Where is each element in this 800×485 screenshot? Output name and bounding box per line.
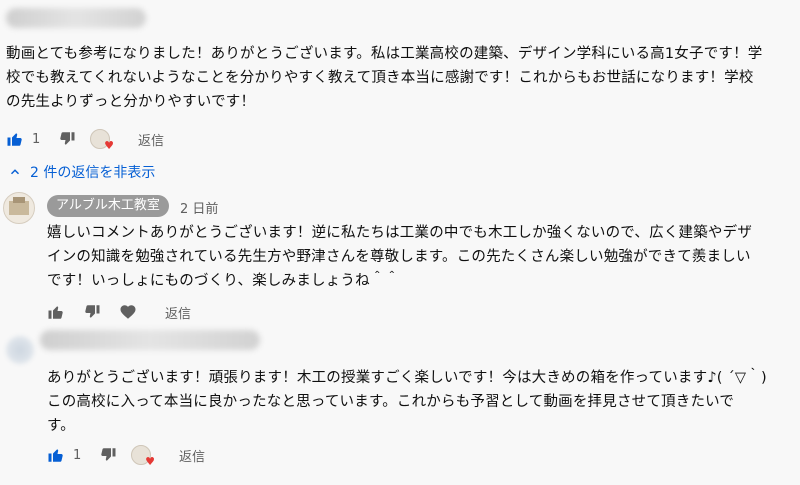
thumbs-down-icon[interactable]: [56, 128, 78, 150]
thumbs-up-icon[interactable]: [4, 128, 26, 150]
heart-icon: ♥: [104, 139, 114, 152]
author-name-blurred: [6, 8, 146, 28]
hide-replies-label: 2 件の返信を非表示: [30, 165, 156, 181]
heart-icon[interactable]: [117, 301, 139, 323]
reply-text: ありがとうございます！頑張ります！木工の授業すごく楽しいです！今は大きめの箱を作…: [47, 370, 767, 434]
reply-action-bar: 返信: [45, 300, 191, 324]
reply-text: 嬉しいコメントありがとうございます！逆に私たちは工業の中でも木工しか強くないので…: [47, 225, 753, 289]
channel-avatar[interactable]: [3, 192, 35, 224]
thumbs-down-icon[interactable]: [81, 301, 103, 323]
reply-button[interactable]: 返信: [179, 446, 205, 465]
chevron-up-icon: [10, 169, 20, 175]
comment-text: 動画とても参考になりました！ありがとうございます。私は工業高校の建築、デザイン学…: [6, 46, 763, 110]
thumbs-down-icon[interactable]: [97, 444, 119, 466]
thumbs-up-icon[interactable]: [45, 444, 67, 466]
channel-author-badge[interactable]: アルブル木工教室: [47, 195, 169, 217]
reply-button[interactable]: 返信: [165, 303, 191, 322]
reply-button[interactable]: 返信: [138, 130, 164, 149]
author-name-blurred: [40, 330, 260, 350]
thumbs-up-icon[interactable]: [45, 301, 67, 323]
user-avatar-blurred: [6, 336, 34, 364]
comment-action-bar: 1 ♥ 返信: [4, 127, 164, 151]
creator-heart-icon: ♥: [131, 444, 155, 468]
hide-replies-button[interactable]: 2 件の返信を非表示: [8, 162, 155, 182]
heart-icon: ♥: [145, 455, 155, 468]
creator-heart-icon: ♥: [90, 128, 114, 152]
like-count: 1: [32, 131, 41, 147]
reply-timestamp[interactable]: 2 日前: [180, 198, 218, 217]
like-count: 1: [73, 447, 82, 463]
reply-action-bar: 1 ♥ 返信: [45, 443, 205, 467]
